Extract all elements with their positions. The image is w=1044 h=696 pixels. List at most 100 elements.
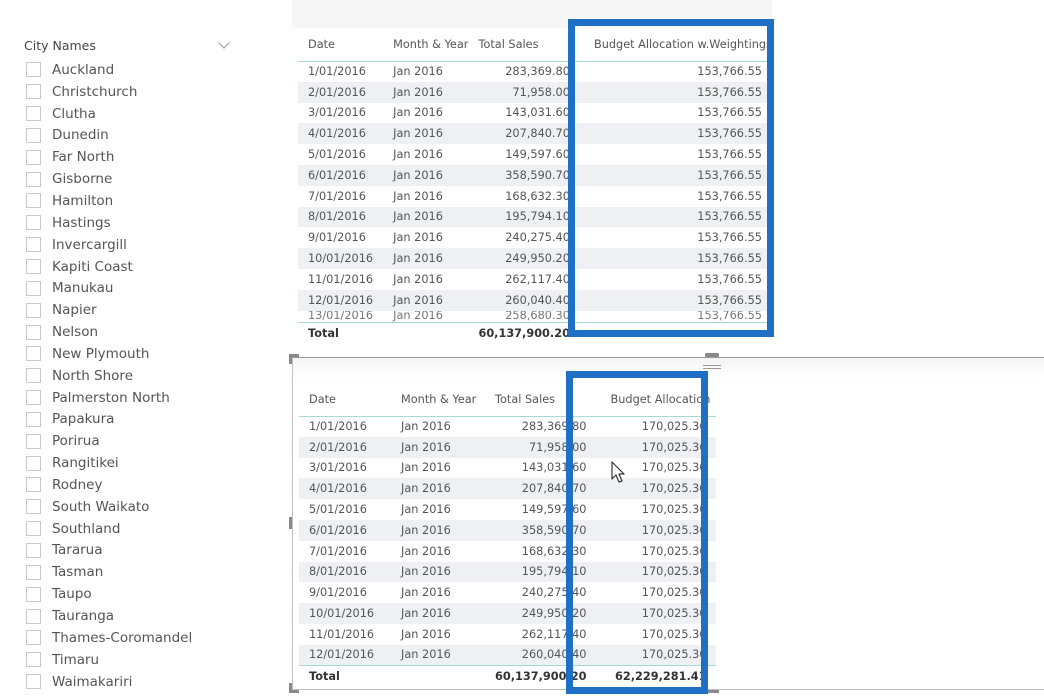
table-row[interactable]: 8/01/2016 Jan 2016 195,794.10 153,766.55 (298, 206, 772, 228)
table-row[interactable]: 6/01/2016 Jan 2016 358,590.70 153,766.55 (298, 164, 772, 186)
slicer-item[interactable]: North Shore (24, 365, 234, 387)
table-row[interactable]: 3/01/2016 Jan 2016 143,031.60 153,766.55 (298, 103, 772, 124)
slicer-item[interactable]: Porirua (24, 430, 234, 452)
slicer-item[interactable]: Hastings (24, 212, 234, 234)
checkbox[interactable] (26, 674, 41, 690)
checkbox[interactable] (26, 302, 41, 318)
table-row[interactable]: 7/01/2016 Jan 2016 168,632.30 170,025.36 (299, 541, 716, 562)
checkbox[interactable] (26, 652, 41, 668)
slicer-item[interactable]: Thames-Coromandel (24, 627, 234, 649)
table-row[interactable]: 11/01/2016 Jan 2016 262,117.40 153,766.55 (298, 269, 772, 290)
checkbox[interactable] (26, 346, 41, 362)
table-row[interactable]: 8/01/2016 Jan 2016 195,794.10 170,025.36 (299, 561, 717, 583)
table-row-partial[interactable]: 13/01/2016 Jan 2016 258,680.30 153,766.55 (298, 311, 772, 323)
checkbox[interactable] (26, 521, 41, 537)
checkbox[interactable] (26, 127, 41, 143)
slicer-item[interactable]: Hamilton (24, 190, 234, 212)
table-row[interactable]: 1/01/2016 Jan 2016 283,369.80 170,025.36 (299, 416, 716, 437)
resize-handle-bottom-left[interactable] (289, 683, 292, 693)
slicer-item[interactable]: Christchurch (24, 81, 234, 103)
slicer-item[interactable]: Manukau (24, 277, 234, 299)
checkbox[interactable] (26, 477, 41, 493)
checkbox[interactable] (26, 433, 41, 449)
column-header-date[interactable]: Date (298, 28, 384, 62)
table-row[interactable]: 4/01/2016 Jan 2016 207,840.70 170,025.36 (299, 478, 717, 500)
column-header-total-sales[interactable]: Total Sales (468, 28, 580, 62)
slicer-item[interactable]: Rodney (24, 474, 234, 496)
table-row[interactable]: 11/01/2016 Jan 2016 262,117.40 170,025.36 (299, 624, 716, 645)
slicer-header[interactable]: City Names (24, 34, 234, 56)
checkbox[interactable] (26, 259, 41, 275)
checkbox[interactable] (26, 390, 41, 406)
checkbox[interactable] (26, 630, 41, 646)
column-header-total-sales[interactable]: Total Sales (485, 383, 597, 417)
column-header-budget[interactable]: Budget Allocation (596, 383, 717, 417)
checkbox[interactable] (26, 84, 41, 100)
checkbox[interactable] (26, 368, 41, 384)
slicer-item[interactable]: South Waikato (24, 496, 234, 518)
slicer-item[interactable]: Tasman (24, 561, 234, 583)
table-row[interactable]: 5/01/2016 Jan 2016 149,597.60 153,766.55 (298, 144, 772, 165)
table-row[interactable]: 12/01/2016 Jan 2016 260,040.40 153,766.55 (298, 289, 772, 311)
column-header-month-year[interactable]: Month & Year (391, 383, 485, 417)
checkbox[interactable] (26, 586, 41, 602)
slicer-item[interactable]: Papakura (24, 409, 234, 431)
slicer-item[interactable]: Nelson (24, 321, 234, 343)
chevron-down-icon[interactable] (218, 36, 230, 49)
table-row[interactable]: 9/01/2016 Jan 2016 240,275.40 153,766.55 (298, 227, 772, 248)
resize-handle-left[interactable] (289, 517, 292, 529)
checkbox[interactable] (26, 542, 41, 558)
table-row[interactable]: 10/01/2016 Jan 2016 249,950.20 170,025.36 (299, 603, 717, 624)
drag-grip-icon[interactable] (703, 365, 721, 366)
checkbox[interactable] (26, 149, 41, 165)
checkbox[interactable] (26, 455, 41, 471)
table-row[interactable]: 10/01/2016 Jan 2016 249,950.20 153,766.55 (298, 248, 772, 269)
table-row[interactable]: 1/01/2016 Jan 2016 283,369.80 153,766.55 (298, 61, 772, 82)
slicer-item[interactable]: Taupo (24, 583, 234, 605)
table-row[interactable]: 3/01/2016 Jan 2016 143,031.60 170,025.36 (299, 458, 716, 479)
checkbox[interactable] (26, 215, 41, 231)
slicer-item[interactable]: Napier (24, 299, 234, 321)
checkbox[interactable] (26, 237, 41, 253)
table-row[interactable]: 5/01/2016 Jan 2016 149,597.60 170,025.36 (299, 499, 716, 520)
slicer-item[interactable]: Timaru (24, 649, 234, 671)
slicer-item[interactable]: Waimakariri (24, 671, 234, 693)
slicer-item[interactable]: Invercargill (24, 234, 234, 256)
slicer-item[interactable]: Southland (24, 518, 234, 540)
column-header-date[interactable]: Date (299, 383, 391, 417)
table-row[interactable]: 2/01/2016 Jan 2016 71,958.00 153,766.55 (298, 81, 772, 103)
checkbox[interactable] (26, 193, 41, 209)
slicer-item[interactable]: Clutha (24, 103, 234, 125)
checkbox[interactable] (26, 106, 41, 122)
table-row[interactable]: 12/01/2016 Jan 2016 260,040.40 170,025.36 (299, 644, 717, 666)
table-visual-budget[interactable]: Date Month & Year Total Sales Budget All… (289, 353, 1044, 693)
slicer-item[interactable]: Tararua (24, 540, 234, 562)
slicer-item[interactable]: Dunedin (24, 125, 234, 147)
slicer-item[interactable]: Kapiti Coast (24, 256, 234, 278)
table-row[interactable]: 9/01/2016 Jan 2016 240,275.40 170,025.36 (299, 582, 716, 603)
checkbox[interactable] (26, 280, 41, 296)
checkbox[interactable] (26, 499, 41, 515)
slicer-item[interactable]: Rangitikei (24, 452, 234, 474)
slicer-item[interactable]: Auckland (24, 59, 234, 81)
slicer-item[interactable]: Palmerston North (24, 387, 234, 409)
column-header-budget-weighted[interactable]: Budget Allocation w.Weightings (579, 28, 772, 62)
checkbox[interactable] (26, 608, 41, 624)
table-row[interactable]: 2/01/2016 Jan 2016 71,958.00 170,025.36 (299, 436, 717, 458)
checkbox[interactable] (26, 564, 41, 580)
checkbox[interactable] (26, 324, 41, 340)
checkbox[interactable] (26, 171, 41, 187)
drag-grip-icon[interactable] (703, 368, 721, 369)
table-row[interactable]: 7/01/2016 Jan 2016 168,632.30 153,766.55 (298, 186, 772, 207)
checkbox[interactable] (26, 411, 41, 427)
checkbox[interactable] (26, 62, 41, 78)
slicer-item[interactable]: New Plymouth (24, 343, 234, 365)
slicer-item[interactable]: Far North (24, 146, 234, 168)
table-row[interactable]: 4/01/2016 Jan 2016 207,840.70 153,766.55 (298, 123, 772, 145)
table-row[interactable]: 6/01/2016 Jan 2016 358,590.70 170,025.36 (299, 519, 717, 541)
resize-handle-top-left[interactable] (289, 354, 292, 364)
column-header-month-year[interactable]: Month & Year (383, 28, 469, 62)
slicer-item[interactable]: Tauranga (24, 605, 234, 627)
resize-handle-top[interactable] (705, 353, 719, 357)
resize-handle-bottom[interactable] (705, 690, 719, 693)
